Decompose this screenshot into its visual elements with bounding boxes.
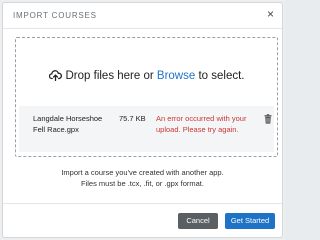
drop-text-after: to select.: [195, 70, 245, 82]
drop-text-before: Drop files here or: [65, 70, 157, 82]
cloud-upload-icon: [48, 70, 62, 84]
modal-footer: Cancel Get Started: [3, 203, 282, 239]
uploaded-file-row: Langdale Horseshoe Fell Race.gpx 75.7 KB…: [19, 106, 274, 152]
close-icon[interactable]: ×: [267, 8, 274, 20]
import-courses-modal: IMPORT COURSES × Drop files here or Brow…: [2, 2, 283, 238]
file-name: Langdale Horseshoe Fell Race.gpx: [33, 114, 103, 134]
instructions-line-2: Files must be .tcx, .fit, or .gpx format…: [81, 179, 204, 188]
file-error-message: An error occurred with your upload. Plea…: [156, 114, 247, 134]
browse-link[interactable]: Browse: [157, 70, 195, 82]
cancel-button[interactable]: Cancel: [178, 213, 218, 229]
modal-title: IMPORT COURSES: [13, 11, 97, 20]
instructions-line-1: Import a course you've created with anot…: [61, 168, 224, 177]
get-started-button[interactable]: Get Started: [225, 213, 275, 229]
modal-header: IMPORT COURSES ×: [3, 3, 282, 29]
dropzone-text: Drop files here or Browse to select.: [16, 70, 277, 84]
file-size: 75.7 KB: [119, 114, 146, 123]
trash-icon[interactable]: [264, 111, 272, 124]
import-instructions: Import a course you've created with anot…: [3, 167, 282, 189]
